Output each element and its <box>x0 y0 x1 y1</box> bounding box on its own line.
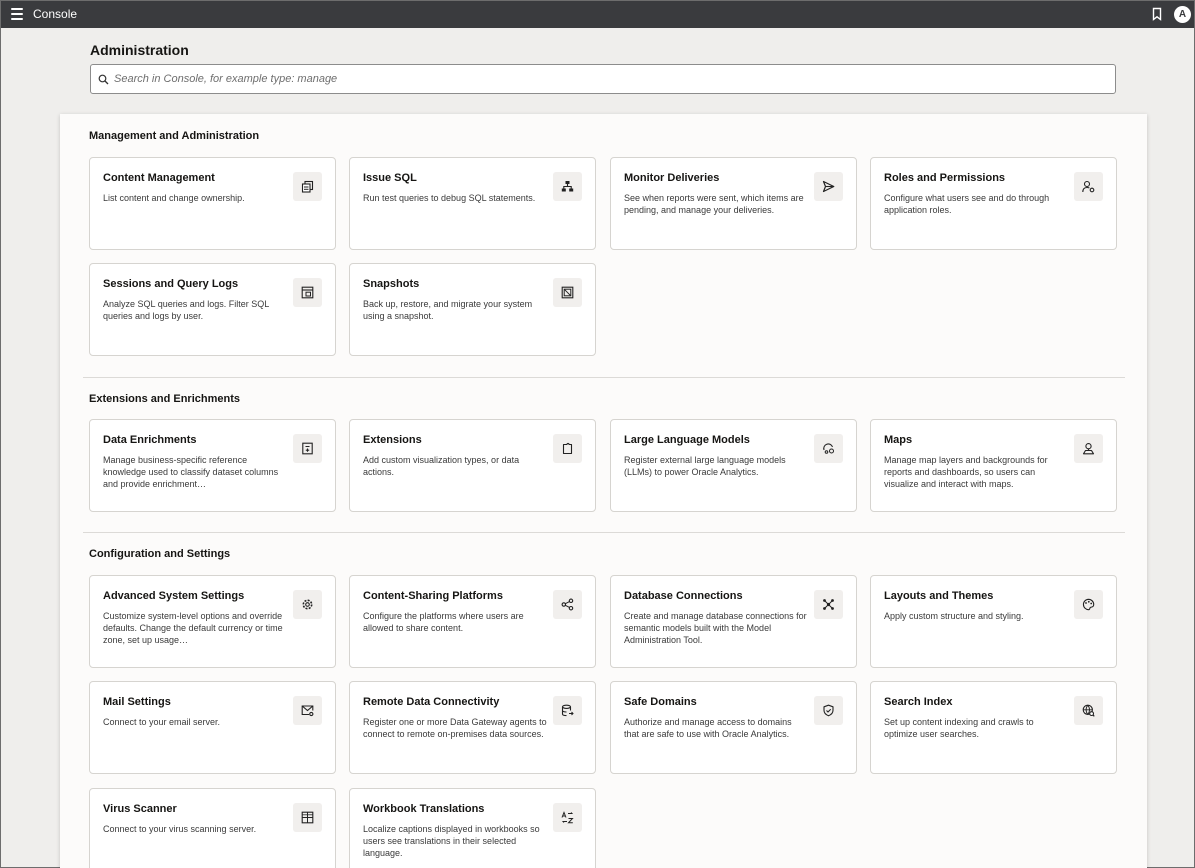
card-description: Run test queries to debug SQL statements… <box>363 193 536 203</box>
section-title-management: Management and Administration <box>89 130 260 142</box>
card-roles-permissions[interactable]: Roles and Permissions Configure what use… <box>870 157 1117 250</box>
card-description: Connect to your email server. <box>103 717 221 727</box>
card-mail-settings[interactable]: Mail Settings Connect to your email serv… <box>89 681 336 774</box>
card-description: List content and change ownership. <box>103 193 245 203</box>
card-title: Virus Scanner <box>103 803 177 815</box>
card-title: Snapshots <box>363 278 420 290</box>
globe-search-icon <box>1074 696 1103 725</box>
card-data-enrichments[interactable]: Data Enrichments Manage business-specifi… <box>89 419 336 512</box>
app-title: Console <box>33 7 78 21</box>
card-description: Apply custom structure and styling. <box>884 611 1024 621</box>
bookmark-icon[interactable] <box>1150 7 1164 21</box>
share-icon <box>553 590 582 619</box>
card-issue-sql[interactable]: Issue SQL Run test queries to debug SQL … <box>349 157 596 250</box>
card-title: Advanced System Settings <box>103 590 245 602</box>
card-title: Workbook Translations <box>363 803 485 815</box>
network-icon <box>814 590 843 619</box>
card-title: Large Language Models <box>624 434 750 446</box>
card-description: Set up content indexing and crawls to op… <box>884 717 1034 739</box>
card-description: Localize captions displayed in workbooks… <box>363 824 540 858</box>
card-title: Search Index <box>884 696 953 708</box>
card-title: Remote Data Connectivity <box>363 696 500 708</box>
gear-icon <box>293 590 322 619</box>
section-divider <box>83 532 1125 533</box>
card-title: Content Management <box>103 172 215 184</box>
section-title-extensions: Extensions and Enrichments <box>89 393 240 405</box>
card-monitor-deliveries[interactable]: Monitor Deliveries See when reports were… <box>610 157 857 250</box>
card-title: Database Connections <box>624 590 743 602</box>
card-description: Register one or more Data Gateway agents… <box>363 717 547 739</box>
map-pin-icon <box>1074 434 1103 463</box>
card-description: Analyze SQL queries and logs. Filter SQL… <box>103 299 269 321</box>
card-title: Issue SQL <box>363 172 417 184</box>
card-title: Layouts and Themes <box>884 590 994 602</box>
card-sessions-query-logs[interactable]: Sessions and Query Logs Analyze SQL quer… <box>89 263 336 356</box>
mail-settings-icon <box>293 696 322 725</box>
card-remote-data-connectivity[interactable]: Remote Data Connectivity Register one or… <box>349 681 596 774</box>
snapshot-icon <box>553 278 582 307</box>
card-title: Content-Sharing Platforms <box>363 590 503 602</box>
database-icon <box>553 696 582 725</box>
card-description: Authorize and manage access to domains t… <box>624 717 792 739</box>
enrichment-icon <box>293 434 322 463</box>
card-title: Roles and Permissions <box>884 172 1006 184</box>
card-title: Maps <box>884 434 913 446</box>
admin-panel: Management and Administration Content Ma… <box>60 114 1147 868</box>
card-database-connections[interactable]: Database Connections Create and manage d… <box>610 575 857 668</box>
card-title: Monitor Deliveries <box>624 172 720 184</box>
card-description: Configure what users see and do through … <box>884 193 1050 215</box>
card-title: Sessions and Query Logs <box>103 278 239 290</box>
shield-check-icon <box>814 696 843 725</box>
card-extensions[interactable]: Extensions Add custom visualization type… <box>349 419 596 512</box>
card-description: Manage business-specific reference knowl… <box>103 455 279 489</box>
card-large-language-models[interactable]: Large Language Models Register external … <box>610 419 857 512</box>
card-virus-scanner[interactable]: Virus Scanner Connect to your virus scan… <box>89 788 336 868</box>
card-description: Register external large language models … <box>624 455 786 477</box>
extension-icon <box>553 434 582 463</box>
page-title: Administration <box>90 42 189 58</box>
translate-icon <box>553 803 582 832</box>
card-title: Mail Settings <box>103 696 171 708</box>
card-title: Extensions <box>363 434 422 446</box>
user-avatar[interactable]: A <box>1174 6 1191 23</box>
llm-icon <box>814 434 843 463</box>
search-box[interactable] <box>90 64 1116 94</box>
section-title-configuration: Configuration and Settings <box>89 548 231 560</box>
card-description: Manage map layers and backgrounds for re… <box>884 455 1048 489</box>
log-window-icon <box>293 278 322 307</box>
user-settings-icon <box>1074 172 1103 201</box>
card-content-sharing-platforms[interactable]: Content-Sharing Platforms Configure the … <box>349 575 596 668</box>
card-title: Safe Domains <box>624 696 697 708</box>
card-search-index[interactable]: Search Index Set up content indexing and… <box>870 681 1117 774</box>
card-layouts-themes[interactable]: Layouts and Themes Apply custom structur… <box>870 575 1117 668</box>
hamburger-menu-icon[interactable] <box>11 8 23 20</box>
content-pages-icon <box>293 172 322 201</box>
card-description: Customize system-level options and overr… <box>103 611 283 645</box>
hierarchy-icon <box>553 172 582 201</box>
card-advanced-system-settings[interactable]: Advanced System Settings Customize syste… <box>89 575 336 668</box>
card-description: Connect to your virus scanning server. <box>103 824 257 834</box>
send-icon <box>814 172 843 201</box>
card-description: Add custom visualization types, or data … <box>363 455 520 477</box>
card-description: See when reports were sent, which items … <box>624 193 804 215</box>
card-maps[interactable]: Maps Manage map layers and backgrounds f… <box>870 419 1117 512</box>
card-workbook-translations[interactable]: Workbook Translations Localize captions … <box>349 788 596 868</box>
card-description: Back up, restore, and migrate your syste… <box>363 299 533 321</box>
card-description: Configure the platforms where users are … <box>363 611 524 633</box>
card-content-management[interactable]: Content Management List content and chan… <box>89 157 336 250</box>
card-title: Data Enrichments <box>103 434 197 446</box>
palette-icon <box>1074 590 1103 619</box>
section-divider <box>83 377 1125 378</box>
search-icon <box>98 74 109 84</box>
top-bar: Console A <box>1 1 1194 28</box>
scanner-grid-icon <box>293 803 322 832</box>
card-safe-domains[interactable]: Safe Domains Authorize and manage access… <box>610 681 857 774</box>
card-snapshots[interactable]: Snapshots Back up, restore, and migrate … <box>349 263 596 356</box>
card-description: Create and manage database connections f… <box>624 611 807 645</box>
search-input[interactable] <box>114 73 1094 85</box>
